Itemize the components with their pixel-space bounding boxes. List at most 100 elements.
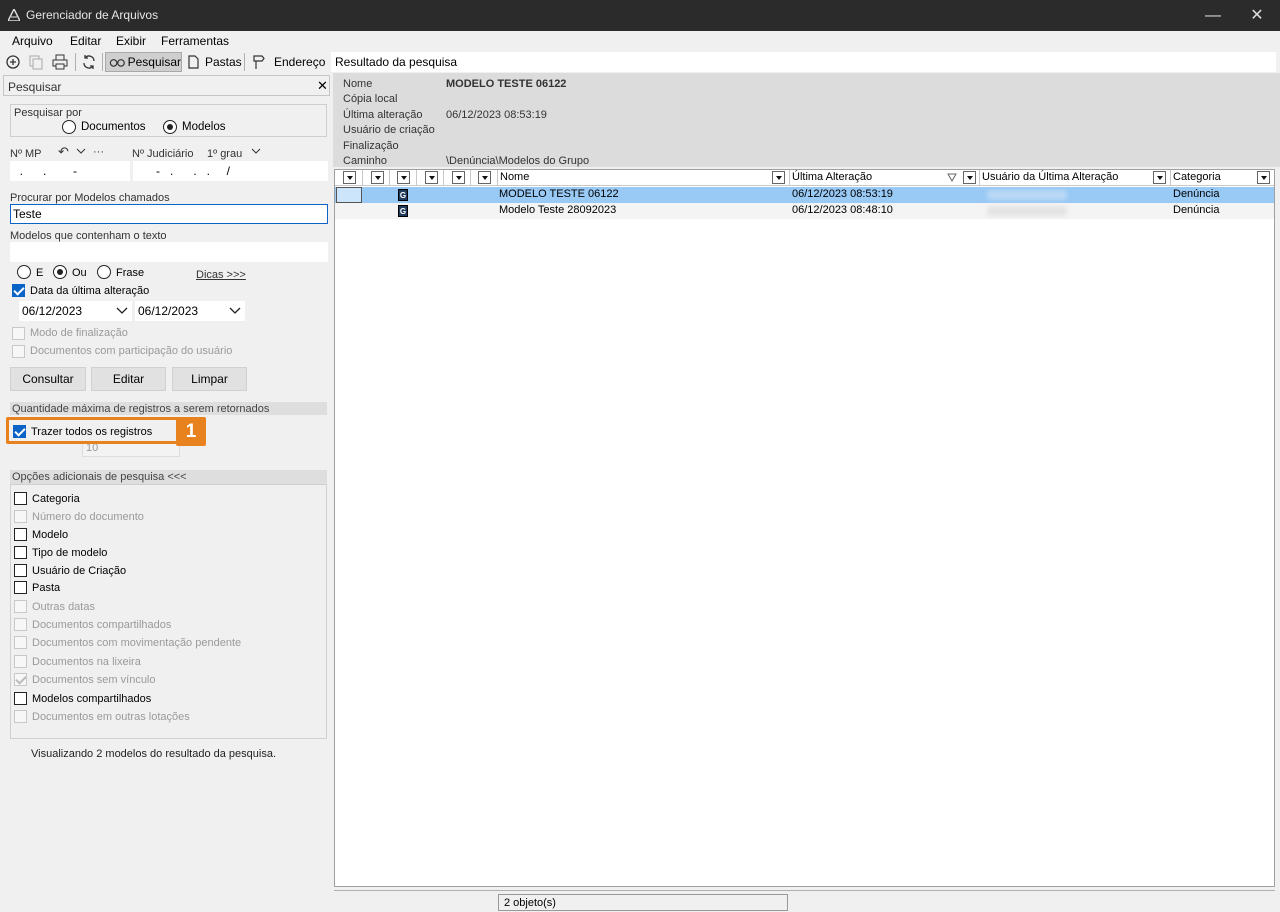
chevron-down-icon[interactable]: [229, 307, 241, 315]
highlight-box: Trazer todos os registros: [6, 417, 179, 444]
models-named-label: Procurar por Modelos chamados: [10, 192, 170, 204]
endereco-button[interactable]: Endereço: [250, 52, 325, 72]
dropdown-icon[interactable]: [452, 171, 465, 184]
modo-finalizacao-checkbox[interactable]: [12, 327, 25, 340]
option-checkbox[interactable]: [14, 581, 27, 594]
sort-descending-icon: [947, 173, 957, 182]
option-checkbox[interactable]: [14, 618, 27, 631]
grau-select[interactable]: 1º grau: [207, 148, 242, 160]
model-file-icon: G: [398, 205, 408, 217]
details-panel: Nome MODELO TESTE 06122 Cópia local Últi…: [333, 73, 1280, 167]
minimize-button[interactable]: —: [1190, 0, 1236, 31]
models-named-input[interactable]: Teste: [10, 204, 328, 224]
option-label: Pasta: [32, 582, 61, 594]
close-icon: ✕: [1250, 7, 1264, 24]
table-row[interactable]: G MODELO TESTE 06122 06/12/2023 08:53:19…: [335, 187, 1274, 203]
title-bar: Gerenciador de Arquivos — ✕: [0, 0, 1280, 31]
nmp-input[interactable]: . . -: [10, 161, 130, 181]
option-checkbox[interactable]: [14, 673, 27, 686]
new-button[interactable]: [5, 52, 23, 72]
option-checkbox[interactable]: [14, 528, 27, 541]
dropdown-icon[interactable]: [425, 171, 438, 184]
date-from-input[interactable]: 06/12/2023: [19, 301, 132, 321]
radio-ou[interactable]: [53, 265, 67, 279]
copy-icon: [29, 55, 43, 70]
editar-button[interactable]: Editar: [91, 367, 166, 391]
date-filter-checkbox[interactable]: [12, 284, 25, 297]
docs-participacao-checkbox[interactable]: [12, 345, 25, 358]
dropdown-icon[interactable]: [1257, 171, 1270, 184]
radio-documentos[interactable]: [62, 120, 76, 134]
finalizacao-label: Finalização: [343, 140, 399, 152]
opcoes-header[interactable]: Opções adicionais de pesquisa <<<: [10, 470, 327, 484]
table-row[interactable]: G Modelo Teste 28092023 06/12/2023 08:48…: [335, 203, 1274, 219]
menu-editar[interactable]: Editar: [70, 34, 101, 48]
option-checkbox[interactable]: [14, 692, 27, 705]
dropdown-icon[interactable]: [343, 171, 356, 184]
dropdown-icon[interactable]: [478, 171, 491, 184]
more-options-icon[interactable]: ···: [93, 146, 104, 158]
close-panel-icon[interactable]: ✕: [317, 78, 328, 94]
option-label: Documentos compartilhados: [32, 619, 172, 631]
copy-button[interactable]: [27, 52, 45, 72]
option-label: Número do documento: [32, 511, 144, 523]
menu-bar: Arquivo Editar Exibir Ferramentas: [0, 31, 1280, 51]
column-header-filter[interactable]: [471, 170, 498, 186]
option-checkbox[interactable]: [14, 492, 27, 505]
toolbar-separator: [102, 53, 103, 71]
consultar-button[interactable]: Consultar: [10, 367, 86, 391]
undo-arrow-icon[interactable]: ↶: [58, 144, 69, 160]
column-header-filter[interactable]: [335, 170, 363, 186]
column-header-usuario[interactable]: Usuário da Última Alteração: [980, 170, 1171, 186]
option-checkbox[interactable]: [14, 710, 27, 723]
option-checkbox[interactable]: [14, 510, 27, 523]
dicas-link[interactable]: Dicas >>>: [196, 269, 246, 281]
text-contains-input[interactable]: [10, 242, 328, 262]
dropdown-icon[interactable]: [963, 171, 976, 184]
limpar-button[interactable]: Limpar: [172, 367, 247, 391]
column-header-filter[interactable]: [417, 170, 444, 186]
chevron-down-icon[interactable]: [76, 147, 86, 155]
modo-finalizacao-label: Modo de finalização: [30, 327, 128, 339]
column-header-filter[interactable]: [444, 170, 471, 186]
dropdown-icon[interactable]: [772, 171, 785, 184]
radio-e[interactable]: [17, 265, 31, 279]
option-checkbox[interactable]: [14, 600, 27, 613]
trazer-todos-checkbox[interactable]: [13, 425, 26, 438]
close-window-button[interactable]: ✕: [1234, 0, 1280, 31]
menu-exibir[interactable]: Exibir: [116, 34, 146, 48]
radio-modelos[interactable]: [163, 120, 177, 134]
dropdown-icon[interactable]: [371, 171, 384, 184]
dropdown-icon[interactable]: [397, 171, 410, 184]
date-from-value: 06/12/2023: [22, 304, 83, 318]
radio-frase[interactable]: [97, 265, 111, 279]
option-checkbox[interactable]: [14, 564, 27, 577]
date-filter-label: Data da última alteração: [30, 285, 150, 297]
address-field[interactable]: Resultado da pesquisa: [331, 52, 1276, 72]
column-header-nome[interactable]: Nome: [498, 170, 790, 186]
chevron-down-icon[interactable]: [116, 307, 128, 315]
results-grid: Nome Última Alteração Usuário da Última …: [334, 169, 1275, 887]
pesquisar-button[interactable]: Pesquisar: [105, 52, 182, 72]
option-checkbox[interactable]: [14, 546, 27, 559]
date-to-input[interactable]: 06/12/2023: [135, 301, 245, 321]
column-header-filter[interactable]: [390, 170, 417, 186]
pastas-button[interactable]: Pastas: [186, 52, 242, 72]
refresh-icon: [83, 55, 95, 69]
dropdown-icon[interactable]: [1153, 171, 1166, 184]
option-label: Tipo de modelo: [32, 547, 108, 559]
njud-input[interactable]: - . . . /: [133, 161, 328, 181]
option-checkbox[interactable]: [14, 636, 27, 649]
result-summary: Visualizando 2 modelos do resultado da p…: [31, 748, 277, 760]
column-header-ultima[interactable]: Última Alteração: [790, 170, 980, 186]
column-header-categoria[interactable]: Categoria: [1171, 170, 1274, 186]
option-checkbox[interactable]: [14, 655, 27, 668]
menu-ferramentas[interactable]: Ferramentas: [161, 34, 229, 48]
minimize-icon: —: [1205, 7, 1221, 24]
row-focus-cell: [336, 187, 362, 203]
print-button[interactable]: [51, 52, 69, 72]
chevron-down-icon[interactable]: [251, 147, 261, 155]
menu-arquivo[interactable]: Arquivo: [12, 34, 53, 48]
column-header-filter[interactable]: [363, 170, 390, 186]
refresh-button[interactable]: [80, 52, 98, 72]
